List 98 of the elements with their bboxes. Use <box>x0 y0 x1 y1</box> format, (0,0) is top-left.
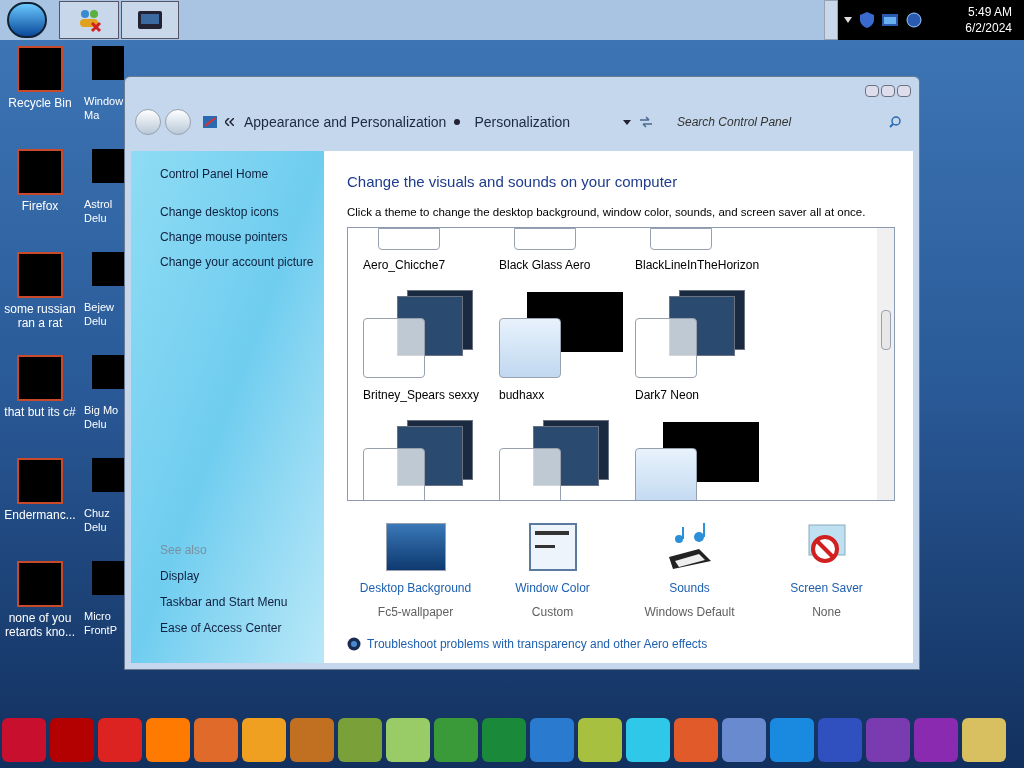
dock-app-icon[interactable] <box>674 718 718 762</box>
breadcrumb-item[interactable]: Personalization <box>474 111 571 133</box>
sidebar-link[interactable]: Change mouse pointers <box>160 228 324 246</box>
forward-button[interactable] <box>165 109 191 135</box>
window-icon <box>528 522 577 571</box>
see-also-heading: See also <box>160 542 208 559</box>
theme-name[interactable]: Dark7 Neon <box>635 385 700 404</box>
theme-name[interactable]: Britney_Spears sexxy <box>363 385 480 404</box>
caret-icon[interactable] <box>623 119 631 125</box>
taskbar-button[interactable] <box>59 1 119 39</box>
icon-label[interactable]: Recycle Bin <box>1 96 79 110</box>
search-field[interactable]: Search Control Panel <box>677 113 889 131</box>
dock-app-icon[interactable] <box>98 718 142 762</box>
setting-value: Fc5-wallpaper <box>377 603 454 621</box>
scrollbar[interactable] <box>877 227 894 500</box>
dock-app-icon[interactable] <box>434 718 478 762</box>
icon-label[interactable]: Bejew Delu <box>84 300 124 328</box>
icon-label[interactable]: Endermanc... <box>1 508 79 522</box>
dock-app-icon[interactable] <box>770 718 814 762</box>
taskbar-button[interactable] <box>121 1 179 39</box>
sidebar-link[interactable]: Change desktop icons <box>160 203 324 221</box>
close-button[interactable] <box>897 85 911 97</box>
desktop-icon[interactable] <box>17 252 63 298</box>
theme-name[interactable]: Black Glass Aero <box>499 255 591 274</box>
theme-thumbnail[interactable] <box>514 227 576 250</box>
search-icon[interactable] <box>889 116 901 128</box>
page-heading: Change the visuals and sounds on your computer <box>347 172 679 192</box>
dock-app-icon[interactable] <box>50 718 94 762</box>
dock-app-icon[interactable] <box>482 718 526 762</box>
icon-label[interactable]: that but its c# <box>1 405 79 419</box>
icon-label[interactable]: Micro FrontP <box>84 609 124 637</box>
icon-label[interactable]: Firefox <box>1 199 79 213</box>
wallpaper-thumbnail <box>385 522 446 571</box>
icon-label[interactable]: Chuz Delu <box>84 506 124 534</box>
desktop-icon[interactable] <box>17 149 63 195</box>
dock-app-icon[interactable] <box>578 718 622 762</box>
icon-label[interactable]: some russian ran a rat <box>1 302 79 330</box>
sidebar-link[interactable]: Ease of Access Center <box>160 619 324 637</box>
dock-app-icon[interactable] <box>2 718 46 762</box>
dock-app-icon[interactable] <box>626 718 670 762</box>
dock-app-icon[interactable] <box>962 718 1006 762</box>
sidebar-link[interactable]: Control Panel Home <box>160 165 324 183</box>
desktop-icon[interactable] <box>17 458 63 504</box>
dock-app-icon[interactable] <box>866 718 910 762</box>
scrollbar-thumb[interactable] <box>880 309 891 350</box>
icon-label[interactable]: none of you retards kno... <box>1 611 79 639</box>
breadcrumb-item[interactable]: Appearance and Personalization <box>244 111 447 133</box>
control-panel-icon <box>203 116 217 128</box>
desktop-icon[interactable] <box>17 561 63 607</box>
setting-link[interactable]: Sounds <box>669 578 710 597</box>
theme-name[interactable]: BlackLineInTheHorizon <box>635 255 760 274</box>
setting-link[interactable]: Screen Saver <box>790 578 863 597</box>
refresh-icon[interactable] <box>639 116 653 128</box>
separator-dot-icon <box>454 119 461 125</box>
setting-value: Custom <box>531 603 574 621</box>
setting-value: Windows Default <box>644 603 735 621</box>
desktop-icon[interactable] <box>17 46 63 92</box>
sidebar-link[interactable]: Change your account picture <box>160 253 324 271</box>
globe-icon[interactable] <box>906 12 922 28</box>
minimize-button[interactable] <box>865 85 879 97</box>
icon-label[interactable]: Big Mo Delu <box>84 403 124 431</box>
dock-app-icon[interactable] <box>722 718 766 762</box>
dock-app-icon[interactable] <box>290 718 334 762</box>
dock-app-icon[interactable] <box>194 718 238 762</box>
desktop-icon[interactable] <box>17 355 63 401</box>
caret-icon[interactable] <box>844 17 852 23</box>
clock-date[interactable]: 6/2/2024 <box>965 20 1012 36</box>
sidebar-link[interactable]: Taskbar and Start Menu <box>160 593 324 611</box>
dock-app-icon[interactable] <box>242 718 286 762</box>
icon-label[interactable]: Window Ma <box>84 94 124 122</box>
setting-link[interactable]: Desktop Background <box>359 578 472 597</box>
theme-name[interactable]: Aero_Chicche7 <box>363 255 446 274</box>
chevrons-icon <box>225 118 234 126</box>
dock-app-icon[interactable] <box>530 718 574 762</box>
dock-app-icon[interactable] <box>914 718 958 762</box>
window-icon[interactable] <box>882 14 898 26</box>
setting-value: None <box>812 603 841 621</box>
icon-label[interactable]: Astrol Delu <box>84 197 124 225</box>
scroll-arrows[interactable] <box>824 0 838 40</box>
address-bar[interactable]: Appearance and Personalization Personalization <box>203 109 653 135</box>
shield-icon[interactable] <box>860 12 874 28</box>
maximize-button[interactable] <box>881 85 895 97</box>
back-button[interactable] <box>135 109 161 135</box>
dock-app-icon[interactable] <box>386 718 430 762</box>
clock-time[interactable]: 5:49 AM <box>967 4 1012 20</box>
start-button[interactable] <box>7 2 47 38</box>
dock-app-icon[interactable] <box>146 718 190 762</box>
theme-thumbnail[interactable] <box>378 227 440 250</box>
sidebar-link[interactable]: Display <box>160 567 324 585</box>
theme-name[interactable]: budhaxx <box>499 385 545 404</box>
theme-thumbnail[interactable] <box>650 227 712 250</box>
dock-app-icon[interactable] <box>818 718 862 762</box>
troubleshoot-link[interactable]: Troubleshoot problems with transparency and other Aero effects <box>367 634 708 653</box>
globe-icon <box>347 636 361 651</box>
setting-link[interactable]: Window Color <box>515 578 590 597</box>
dock-app-icon[interactable] <box>338 718 382 762</box>
monitor-icon <box>138 11 162 29</box>
page-description: Click a theme to change the desktop background, window color, sounds, and screen saver all at once. <box>347 204 867 220</box>
